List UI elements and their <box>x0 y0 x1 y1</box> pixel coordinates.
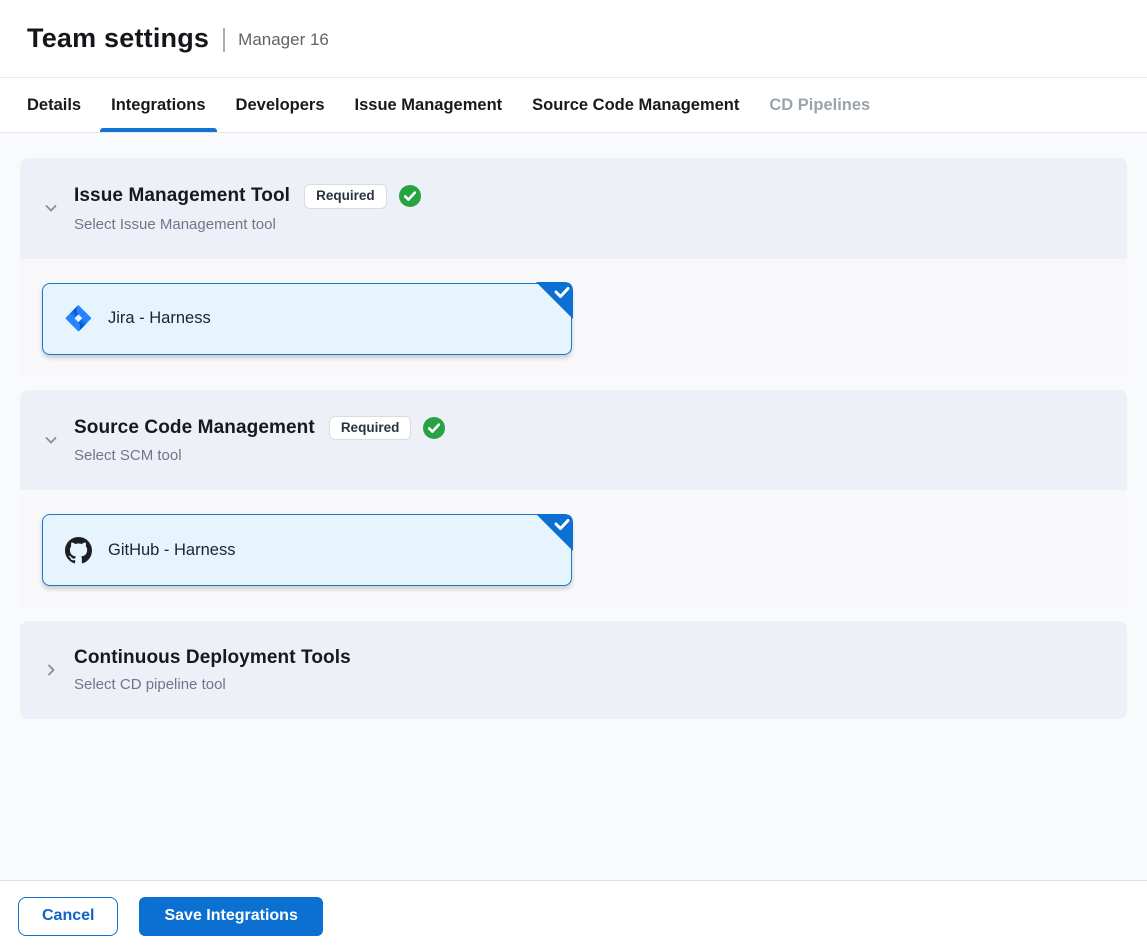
section-title: Issue Management Tool <box>74 185 290 207</box>
section-subtitle: Select Issue Management tool <box>74 216 421 233</box>
section-cd-header[interactable]: Continuous Deployment Tools Select CD pi… <box>20 621 1127 719</box>
tab-source-code-management-label: Source Code Management <box>532 96 739 115</box>
section-subtitle: Select CD pipeline tool <box>74 676 351 693</box>
section-subtitle: Select SCM tool <box>74 447 445 464</box>
section-title: Continuous Deployment Tools <box>74 647 351 669</box>
title-separator <box>223 28 225 52</box>
tab-details[interactable]: Details <box>12 78 96 132</box>
tool-option-github[interactable]: GitHub - Harness <box>42 514 572 586</box>
section-text: Source Code Management Required Select S… <box>74 416 445 465</box>
selected-corner-check-icon <box>536 514 573 551</box>
github-icon <box>65 537 92 564</box>
tab-source-code-management[interactable]: Source Code Management <box>517 78 754 132</box>
active-tab-underline <box>100 128 216 132</box>
tab-bar: Details Integrations Developers Issue Ma… <box>0 78 1147 133</box>
tab-developers-label: Developers <box>236 96 325 115</box>
page-subtitle: Manager 16 <box>238 30 329 50</box>
tab-integrations[interactable]: Integrations <box>96 78 220 132</box>
tab-cd-pipelines-label: CD Pipelines <box>769 96 870 115</box>
footer-action-bar: Cancel Save Integrations <box>0 880 1147 952</box>
chevron-down-icon <box>42 199 60 217</box>
tab-details-label: Details <box>27 96 81 115</box>
section-continuous-deployment-tools: Continuous Deployment Tools Select CD pi… <box>20 621 1127 719</box>
required-badge: Required <box>304 184 387 209</box>
completed-check-icon <box>423 417 445 439</box>
section-issue-management-tool: Issue Management Tool Required Select Is… <box>20 158 1127 377</box>
jira-icon <box>65 305 92 332</box>
section-issue-management-header[interactable]: Issue Management Tool Required Select Is… <box>20 158 1127 259</box>
section-issue-management-body: Jira - Harness <box>20 259 1127 377</box>
section-text: Issue Management Tool Required Select Is… <box>74 184 421 233</box>
chevron-down-icon <box>42 431 60 449</box>
section-scm-header[interactable]: Source Code Management Required Select S… <box>20 390 1127 491</box>
tab-developers[interactable]: Developers <box>221 78 340 132</box>
page-header: Team settings Manager 16 <box>0 0 1147 78</box>
tool-option-jira[interactable]: Jira - Harness <box>42 283 572 355</box>
section-scm-body: GitHub - Harness <box>20 490 1127 608</box>
completed-check-icon <box>399 185 421 207</box>
tool-label: Jira - Harness <box>108 309 211 328</box>
chevron-right-icon <box>42 661 60 679</box>
integrations-panel: Issue Management Tool Required Select Is… <box>0 133 1147 880</box>
tab-cd-pipelines: CD Pipelines <box>754 78 885 132</box>
tab-issue-management[interactable]: Issue Management <box>340 78 518 132</box>
cancel-button[interactable]: Cancel <box>18 897 118 936</box>
save-integrations-button[interactable]: Save Integrations <box>139 897 322 936</box>
section-source-code-management: Source Code Management Required Select S… <box>20 390 1127 609</box>
tool-label: GitHub - Harness <box>108 541 235 560</box>
selected-corner-check-icon <box>536 282 573 319</box>
tab-integrations-label: Integrations <box>111 96 205 115</box>
page-title: Team settings <box>27 23 209 54</box>
section-text: Continuous Deployment Tools Select CD pi… <box>74 647 351 693</box>
section-title: Source Code Management <box>74 417 315 439</box>
required-badge: Required <box>329 416 412 441</box>
tab-issue-management-label: Issue Management <box>355 96 503 115</box>
